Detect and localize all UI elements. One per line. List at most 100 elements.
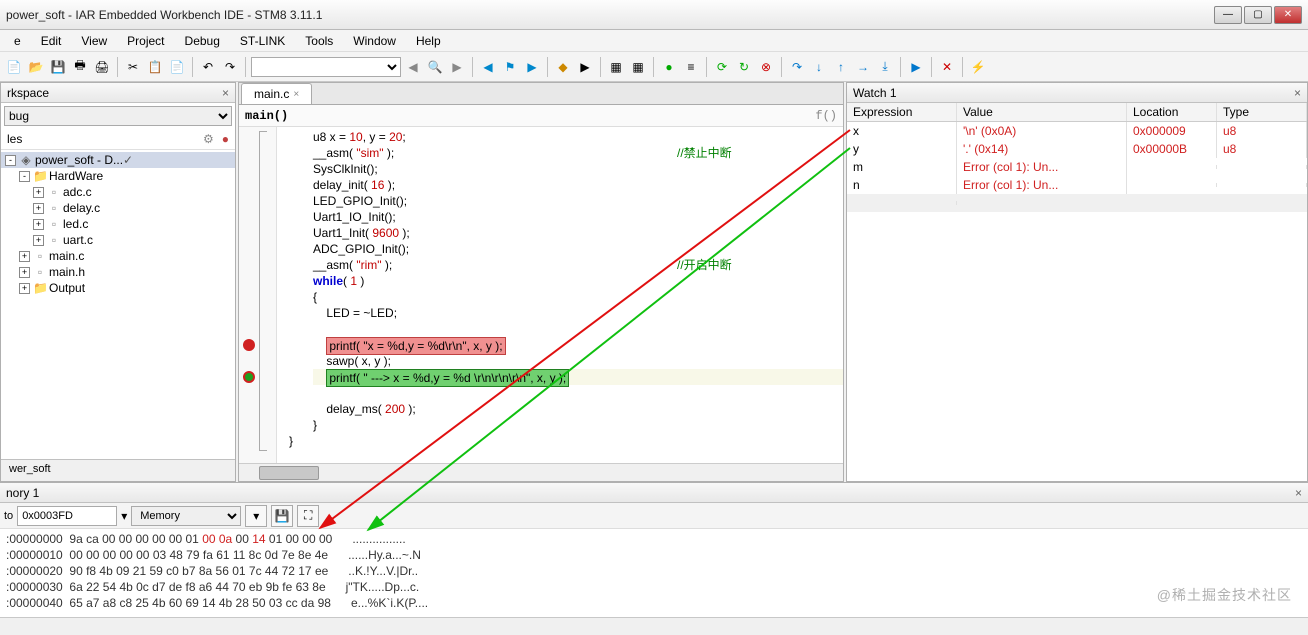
debug-go-icon[interactable]: ●	[659, 57, 679, 77]
print-icon[interactable]: 🖨	[92, 57, 112, 77]
tree-item[interactable]: +▫delay.c	[1, 200, 235, 216]
menu-project[interactable]: Project	[117, 31, 174, 51]
tree-toggle-icon[interactable]: +	[33, 187, 44, 198]
nav-fx-icon[interactable]: f()	[815, 109, 837, 123]
bookmark-next-icon[interactable]: ▶	[522, 57, 542, 77]
tree-toggle-icon[interactable]: +	[19, 267, 30, 278]
save-icon[interactable]: 💾	[48, 57, 68, 77]
run-to-cursor-icon[interactable]: ⤓	[875, 57, 895, 77]
paste-icon[interactable]: 📄	[167, 57, 187, 77]
tree-toggle-icon[interactable]: +	[19, 251, 30, 262]
watch-panel: Watch 1 × Expression Value Location Type…	[846, 82, 1308, 482]
gear-icon[interactable]	[203, 132, 214, 146]
tree-toggle-icon[interactable]: +	[19, 283, 30, 294]
menu-window[interactable]: Window	[343, 31, 406, 51]
scrollbar-thumb[interactable]	[259, 466, 319, 480]
make-icon[interactable]: ▦	[628, 57, 648, 77]
memory-dump[interactable]: :00000000 9a ca 00 00 00 00 00 01 00 0a …	[0, 529, 1308, 622]
nav-fwd-icon[interactable]: ▶	[447, 57, 467, 77]
tree-item[interactable]: +▫led.c	[1, 216, 235, 232]
watch-row[interactable]: nError (col 1): Un...	[847, 176, 1307, 194]
watch-row[interactable]: mError (col 1): Un...	[847, 158, 1307, 176]
find-icon[interactable]: 🔍	[425, 57, 445, 77]
dropdown-icon[interactable]: ▾	[121, 509, 127, 523]
undo-icon[interactable]: ↶	[198, 57, 218, 77]
breakpoint-icon[interactable]	[243, 339, 255, 351]
step-over-icon[interactable]: ↷	[787, 57, 807, 77]
watch-header-expression[interactable]: Expression	[847, 103, 957, 121]
step-out-icon[interactable]: ↑	[831, 57, 851, 77]
cut-icon[interactable]: ✂	[123, 57, 143, 77]
horizontal-scrollbar[interactable]	[239, 463, 843, 481]
mem-config-icon[interactable]: ⛶	[297, 505, 319, 527]
menu-tools[interactable]: Tools	[295, 31, 343, 51]
tree-toggle-icon[interactable]: -	[19, 171, 30, 182]
menu-help[interactable]: Help	[406, 31, 451, 51]
panel-close-icon[interactable]: ×	[1294, 86, 1301, 100]
compile-icon[interactable]: ▦	[606, 57, 626, 77]
pc-breakpoint-icon[interactable]	[243, 371, 255, 383]
minimize-button[interactable]: —	[1214, 6, 1242, 24]
go-icon[interactable]: ▶	[906, 57, 926, 77]
tree-toggle-icon[interactable]: +	[33, 235, 44, 246]
new-file-icon[interactable]: 📄	[4, 57, 24, 77]
open-icon[interactable]: 📂	[26, 57, 46, 77]
tree-item[interactable]: +▫adc.c	[1, 184, 235, 200]
mem-down-icon[interactable]: ▾	[245, 505, 267, 527]
workspace-config-combo[interactable]: bug	[4, 106, 232, 126]
menu-debug[interactable]: Debug	[175, 31, 230, 51]
tree-toggle-icon[interactable]: +	[33, 219, 44, 230]
watch-header-value[interactable]: Value	[957, 103, 1127, 121]
tab-close-icon[interactable]: ×	[293, 89, 299, 100]
redo-icon[interactable]: ↷	[220, 57, 240, 77]
nav-back-icon[interactable]: ◀	[403, 57, 423, 77]
panel-close-icon[interactable]: ×	[222, 86, 229, 100]
watch-grid[interactable]: Expression Value Location Type x'\n' (0x…	[847, 103, 1307, 481]
mem-save-icon[interactable]: 💾	[271, 505, 293, 527]
menu-edit[interactable]: Edit	[31, 31, 72, 51]
flash-icon[interactable]: ⚡	[968, 57, 988, 77]
watch-add-placeholder[interactable]	[847, 194, 1307, 212]
watch-header-location[interactable]: Location	[1127, 103, 1217, 121]
close-button[interactable]: ✕	[1274, 6, 1302, 24]
tree-item[interactable]: -📁HardWare	[1, 168, 235, 184]
watch-header-type[interactable]: Type	[1217, 103, 1307, 121]
editor-tab-main[interactable]: main.c ×	[241, 83, 312, 104]
panel-close-icon[interactable]: ×	[1295, 486, 1302, 500]
save-all-icon[interactable]: 🖶	[70, 57, 90, 77]
menu-stlink[interactable]: ST-LINK	[230, 31, 295, 51]
bookmark-prev-icon[interactable]: ◀	[478, 57, 498, 77]
maximize-button[interactable]: ▢	[1244, 6, 1272, 24]
copy-icon[interactable]: 📋	[145, 57, 165, 77]
nav-function[interactable]: main()	[245, 109, 288, 123]
toggle-bp-icon[interactable]: ◆	[553, 57, 573, 77]
find-combo[interactable]	[251, 57, 401, 77]
tree-item[interactable]: +▫main.h	[1, 264, 235, 280]
stop-debug-icon[interactable]: ✕	[937, 57, 957, 77]
file-icon: ▫	[47, 185, 61, 199]
tree-item[interactable]: +▫uart.c	[1, 232, 235, 248]
step-next-icon[interactable]: →	[853, 57, 873, 77]
watch-row[interactable]: y'.' (0x14)0x00000Bu8	[847, 140, 1307, 158]
bookmark-toggle-icon[interactable]: ⚑	[500, 57, 520, 77]
menu-view[interactable]: View	[71, 31, 117, 51]
next-bp-icon[interactable]: ▶	[575, 57, 595, 77]
restart-icon[interactable]: ⟳	[712, 57, 732, 77]
code-area[interactable]: u8 x = 10, y = 20;__asm( "sim" );//禁止中断S…	[239, 127, 843, 463]
workspace-tree[interactable]: -◈power_soft - D...-📁HardWare+▫adc.c+▫de…	[1, 150, 235, 459]
workspace-tab[interactable]: wer_soft	[1, 459, 235, 481]
step-into-icon[interactable]: ↓	[809, 57, 829, 77]
tree-toggle-icon[interactable]: -	[5, 155, 16, 166]
tree-item[interactable]: +▫main.c	[1, 248, 235, 264]
reload-icon[interactable]: ↻	[734, 57, 754, 77]
memory-region-combo[interactable]: Memory	[131, 506, 241, 526]
tree-item[interactable]: -◈power_soft - D...	[1, 152, 235, 168]
editor-gutter[interactable]	[239, 127, 277, 463]
debug-stop-icon[interactable]: ≡	[681, 57, 701, 77]
memory-goto-input[interactable]	[17, 506, 117, 526]
watch-row[interactable]: x'\n' (0x0A)0x000009u8	[847, 122, 1307, 140]
abort-icon[interactable]: ⊗	[756, 57, 776, 77]
menu-file[interactable]: e	[4, 31, 31, 51]
tree-item[interactable]: +📁Output	[1, 280, 235, 296]
tree-toggle-icon[interactable]: +	[33, 203, 44, 214]
